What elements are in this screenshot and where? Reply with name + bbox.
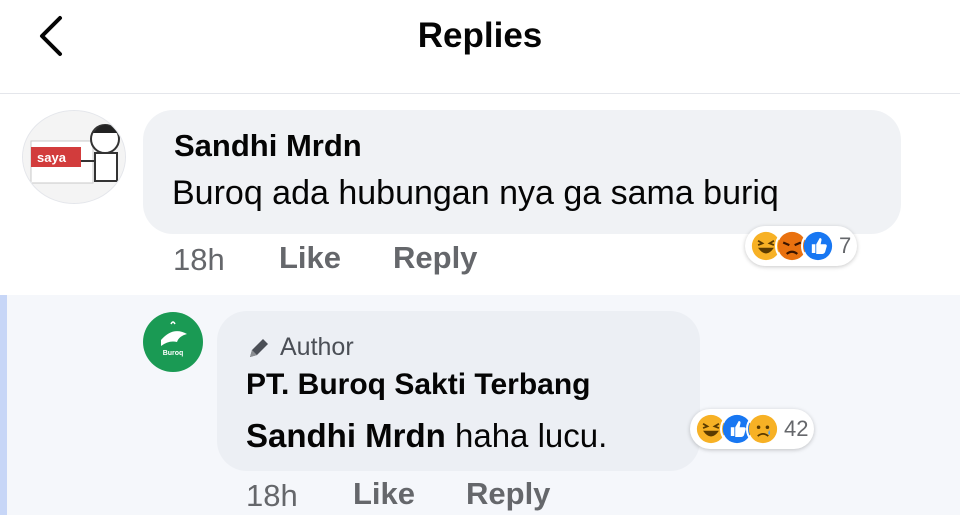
sad-icon — [746, 412, 780, 446]
like-icon — [801, 229, 835, 263]
thread-indicator — [0, 295, 7, 515]
avatar[interactable]: Buroq — [143, 312, 203, 372]
reply-message: haha lucu. — [445, 417, 608, 454]
like-button[interactable]: Like — [279, 240, 341, 276]
avatar-illustration: saya — [23, 111, 125, 203]
reply-author[interactable]: PT. Buroq Sakti Terbang — [246, 368, 591, 402]
svg-text:saya: saya — [37, 150, 67, 165]
reply-text: Sandhi Mrdn haha lucu. — [246, 417, 607, 455]
author-badge-label: Author — [280, 333, 354, 361]
mention-link[interactable]: Sandhi Mrdn — [246, 417, 446, 454]
author-badge: Author — [246, 333, 354, 362]
reaction-summary[interactable]: 42 — [690, 409, 815, 449]
avatar-label: Buroq — [162, 350, 184, 357]
reply-time: 18h — [246, 478, 298, 513]
pencil-icon — [250, 338, 268, 357]
reaction-count: 42 — [784, 416, 809, 441]
reaction-summary[interactable]: 7 — [745, 226, 858, 266]
comment-text: Buroq ada hubungan nya ga sama buriq — [172, 174, 779, 212]
reaction-count: 7 — [839, 233, 852, 258]
avatar[interactable]: saya — [22, 110, 126, 204]
top-bar: Replies — [0, 0, 960, 94]
reply-button[interactable]: Reply — [393, 240, 477, 276]
page-title: Replies — [417, 16, 543, 55]
reply-button[interactable]: Reply — [466, 476, 550, 512]
comment-author[interactable]: Sandhi Mrdn — [174, 128, 362, 164]
comment-time: 18h — [173, 242, 225, 277]
like-button[interactable]: Like — [353, 476, 415, 512]
brand-logo-icon — [161, 321, 187, 346]
